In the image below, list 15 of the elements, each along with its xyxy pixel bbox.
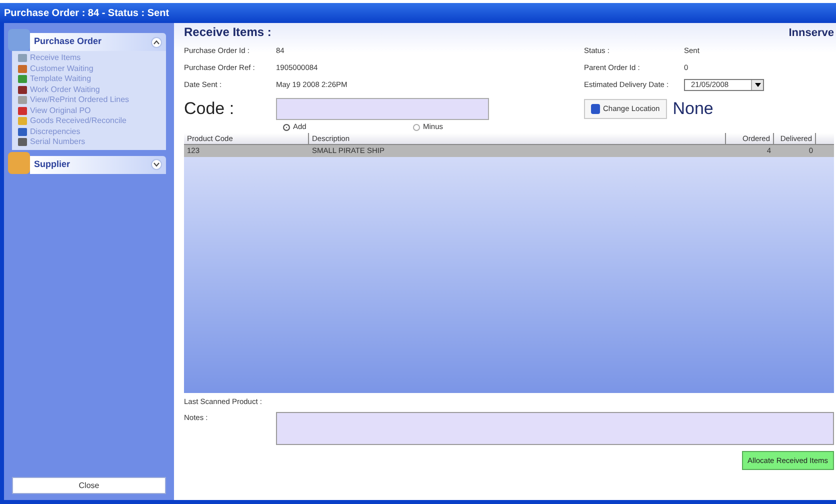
code-label: Code :: [184, 98, 236, 120]
expand-icon[interactable]: [151, 159, 162, 170]
close-button[interactable]: Close: [12, 477, 166, 494]
location-text: None: [672, 98, 714, 120]
radio-button[interactable]: [413, 124, 420, 130]
brand-text: Innserve: [788, 26, 834, 40]
collapse-icon[interactable]: [151, 36, 162, 48]
window-title: Purchase Order : 84 - Status : Sent: [4, 6, 170, 20]
group-header[interactable]: Purchase Order: [30, 33, 166, 51]
code-field[interactable]: [276, 98, 489, 120]
group-header[interactable]: Supplier: [30, 156, 166, 174]
section-title: Receive Items :: [184, 24, 272, 41]
notes-field[interactable]: [276, 412, 834, 445]
radio-button[interactable]: [283, 124, 290, 130]
dropdown-icon[interactable]: [751, 80, 763, 90]
